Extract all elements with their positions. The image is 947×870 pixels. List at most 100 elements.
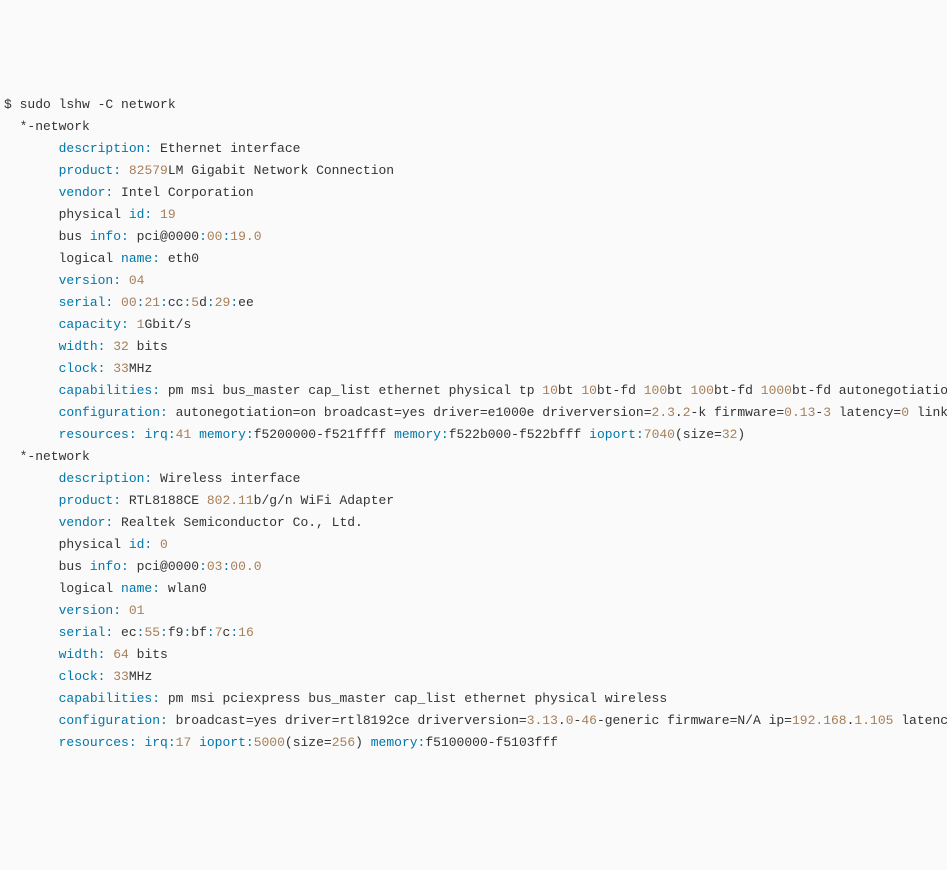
field-value-part: . xyxy=(847,713,855,728)
field-value-part: pci@0000 xyxy=(129,229,199,244)
field-value-part: bt xyxy=(558,383,581,398)
field-value-part: 802.11 xyxy=(207,493,254,508)
terminal-line: capacity: 1Gbit/s xyxy=(4,314,943,336)
field-value-part: ioport: xyxy=(589,427,644,442)
field-value-part: f5200000-f521ffff xyxy=(254,427,394,442)
field-value-part: 04 xyxy=(129,273,145,288)
field-value-part: 32 xyxy=(722,427,738,442)
field-value-part: 100 xyxy=(691,383,714,398)
terminal-line: logical name: wlan0 xyxy=(4,578,943,600)
field-value-part xyxy=(121,603,129,618)
field-value-part: bt xyxy=(667,383,690,398)
field-key: serial: xyxy=(59,625,114,640)
field-value-part: 41 xyxy=(176,427,192,442)
field-value-part: MHz xyxy=(129,669,152,684)
indent xyxy=(4,490,59,512)
field-value-part: bt-fd autonegotiation xyxy=(792,383,947,398)
field-value-part: pm msi bus_master cap_list ethernet phys… xyxy=(160,383,542,398)
field-key: capabilities: xyxy=(59,691,160,706)
field-value-part: pm msi pciexpress bus_master cap_list et… xyxy=(160,691,667,706)
field-value-part: 01 xyxy=(129,603,145,618)
indent xyxy=(4,182,59,204)
field-value-part: : xyxy=(207,625,215,640)
field-key: id: xyxy=(129,207,152,222)
field-value-part: irq: xyxy=(144,735,175,750)
field-value-part: 64 xyxy=(113,647,129,662)
field-key: vendor: xyxy=(59,515,114,530)
field-prefix: physical xyxy=(59,207,129,222)
indent xyxy=(4,204,59,226)
field-value-part: : xyxy=(160,295,168,310)
field-key: configuration: xyxy=(59,713,168,728)
field-value-part: ) xyxy=(355,735,371,750)
field-key: version: xyxy=(59,273,121,288)
field-value-part: ec xyxy=(113,625,136,640)
terminal-line: product: 82579LM Gigabit Network Connect… xyxy=(4,160,943,182)
terminal-line: capabilities: pm msi pciexpress bus_mast… xyxy=(4,688,943,710)
terminal-line: serial: ec:55:f9:bf:7c:16 xyxy=(4,622,943,644)
field-value-part: - xyxy=(574,713,582,728)
terminal-line: bus info: pci@0000:03:00.0 xyxy=(4,556,943,578)
field-value-part: : xyxy=(230,625,238,640)
field-value-part: 3.13 xyxy=(527,713,558,728)
field-value-part: 00 xyxy=(121,295,137,310)
field-value-part: 0 xyxy=(566,713,574,728)
field-value-part: RTL8188CE xyxy=(121,493,207,508)
terminal-output: $ sudo lshw -C network *-network descrip… xyxy=(4,94,943,754)
field-key: product: xyxy=(59,163,121,178)
field-key: serial: xyxy=(59,295,114,310)
field-value-part: 17 xyxy=(176,735,192,750)
field-key: name: xyxy=(121,251,160,266)
field-value-part: latency= xyxy=(831,405,901,420)
terminal-line: resources: irq:41 memory:f5200000-f521ff… xyxy=(4,424,943,446)
field-value-part xyxy=(191,735,199,750)
field-value-part: -generic firmware=N/A ip= xyxy=(597,713,792,728)
terminal-line: clock: 33MHz xyxy=(4,666,943,688)
field-value-part xyxy=(105,669,113,684)
field-value-part: : xyxy=(160,625,168,640)
field-value-part xyxy=(152,207,160,222)
field-key: clock: xyxy=(59,361,106,376)
terminal-line: version: 04 xyxy=(4,270,943,292)
field-value-part: 10 xyxy=(542,383,558,398)
field-value-part xyxy=(137,735,145,750)
indent xyxy=(4,336,59,358)
field-value-part: . xyxy=(675,405,683,420)
indent xyxy=(4,424,59,446)
network-header: *-network xyxy=(4,449,90,464)
terminal-line: clock: 33MHz xyxy=(4,358,943,380)
field-key: configuration: xyxy=(59,405,168,420)
field-value-part: 19.0 xyxy=(230,229,261,244)
field-value-part: cc xyxy=(168,295,184,310)
terminal-line: $ sudo lshw -C network xyxy=(4,94,943,116)
field-value-part: Gbit/s xyxy=(144,317,191,332)
field-value-part: (size= xyxy=(675,427,722,442)
indent xyxy=(4,578,59,600)
terminal-line: configuration: broadcast=yes driver=rtl8… xyxy=(4,710,943,732)
field-value-part: 1.105 xyxy=(854,713,893,728)
indent xyxy=(4,622,59,644)
field-value-part: 0 xyxy=(160,537,168,552)
terminal-line: description: Wireless interface xyxy=(4,468,943,490)
field-value-part: f5100000-f5103fff xyxy=(425,735,558,750)
field-prefix: logical xyxy=(59,251,121,266)
field-key: resources: xyxy=(59,427,137,442)
field-value-part: 7040 xyxy=(644,427,675,442)
terminal-line: *-network xyxy=(4,446,943,468)
field-value-part: irq: xyxy=(144,427,175,442)
field-key: width: xyxy=(59,339,106,354)
terminal-line: vendor: Realtek Semiconductor Co., Ltd. xyxy=(4,512,943,534)
indent xyxy=(4,380,59,402)
field-value-part: 00 xyxy=(207,229,223,244)
field-key: capabilities: xyxy=(59,383,160,398)
field-value-part: 82579 xyxy=(129,163,168,178)
terminal-line: logical name: eth0 xyxy=(4,248,943,270)
field-value-part xyxy=(191,427,199,442)
network-header: *-network xyxy=(4,119,90,134)
field-key: description: xyxy=(59,141,153,156)
field-value-part: f9 xyxy=(168,625,184,640)
field-value-part xyxy=(129,317,137,332)
field-value-part: eth0 xyxy=(160,251,199,266)
terminal-line: bus info: pci@0000:00:19.0 xyxy=(4,226,943,248)
field-key: capacity: xyxy=(59,317,129,332)
